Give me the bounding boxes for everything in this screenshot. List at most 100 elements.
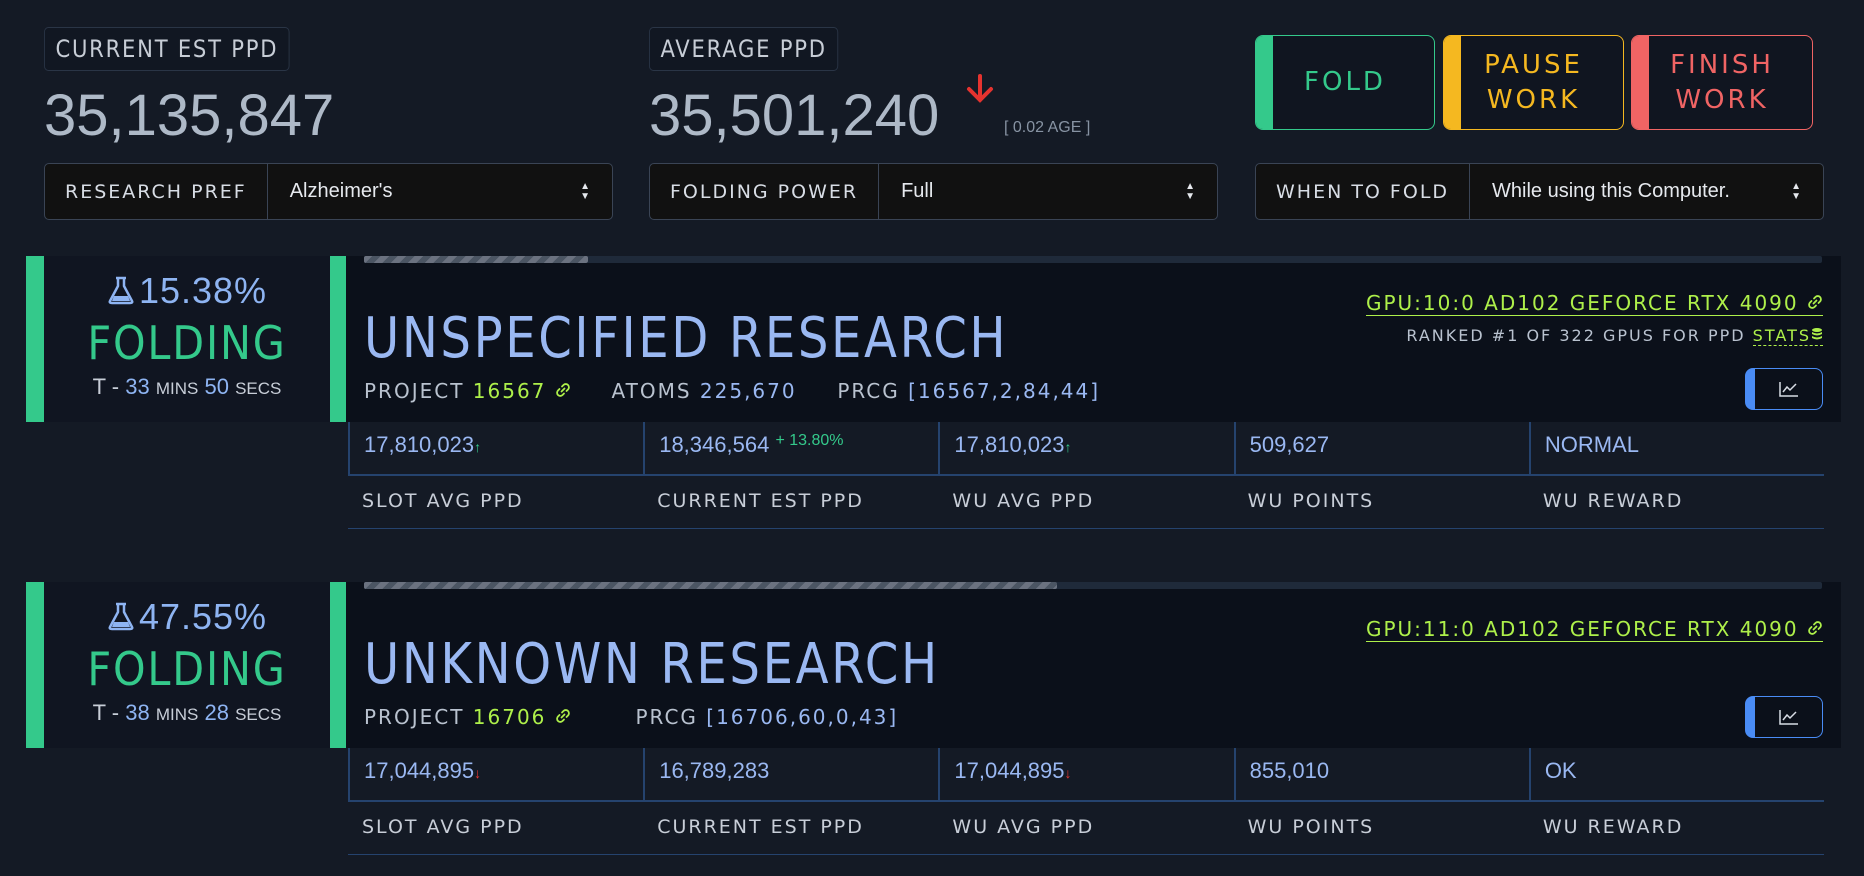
flask-icon xyxy=(107,598,135,640)
slot-avg-ppd-value: 17,044,895↓ xyxy=(348,748,644,802)
slot-avg-ppd-value: 17,810,023↑ xyxy=(348,422,644,476)
eta-mins: 33 xyxy=(125,374,150,400)
slot-percent-value: 15.38% xyxy=(138,270,268,311)
select-arrows-icon: ▲ ▼ xyxy=(580,180,590,202)
wu-avg-ppd-label: WU AVG PPD xyxy=(952,816,1095,838)
slot-avg-ppd-label: SLOT AVG PPD xyxy=(362,816,524,838)
wu-avg-ppd-value: 17,810,023↑ xyxy=(938,422,1234,476)
folding-power-label: FOLDING POWER xyxy=(650,164,880,219)
current-est-ppd-metric-label: CURRENT EST PPD xyxy=(657,490,864,512)
project-link[interactable]: 16706 xyxy=(473,705,571,729)
eta-secs: 28 xyxy=(204,700,229,726)
gpu-link[interactable]: GPU:11:0 AD102 GEFORCE RTX 4090 xyxy=(1365,617,1823,642)
research-pref-select[interactable]: RESEARCH PREF Alzheimer's ▲ ▼ xyxy=(44,163,613,220)
slot-percent: 47.55% xyxy=(44,596,330,640)
eta-mins-label: MINS xyxy=(155,705,199,725)
work-unit-meta: PROJECT 16706 PRCG [16706,60,0,43] xyxy=(364,705,898,729)
pause-line2: WORK xyxy=(1486,84,1581,115)
gpu-name: GPU:10:0 AD102 GEFORCE RTX 4090 xyxy=(1365,291,1799,315)
wu-points-value: 855,010 xyxy=(1233,748,1529,802)
arrow-down-icon: ↓ xyxy=(1064,765,1072,781)
prcg-label: PRCG xyxy=(635,705,698,729)
eta-prefix: T - xyxy=(92,700,120,726)
project-number: 16706 xyxy=(472,705,547,729)
eta-secs: 50 xyxy=(204,374,229,400)
when-to-fold-label: WHEN TO FOLD xyxy=(1256,164,1471,219)
select-arrows-icon: ▲ ▼ xyxy=(1791,180,1801,202)
eta-secs-label: SECS xyxy=(235,705,282,725)
arrow-up-icon: ↑ xyxy=(1064,439,1072,455)
average-age: [ 0.02 AGE ] xyxy=(1004,119,1091,136)
current-est-ppd-metric-label: CURRENT EST PPD xyxy=(657,816,864,838)
finish-work-button[interactable]: FINISH WORK xyxy=(1631,35,1813,130)
project-link[interactable]: 16567 xyxy=(473,379,571,403)
project-label: PROJECT xyxy=(364,705,465,729)
wu-points-label: WU POINTS xyxy=(1247,816,1375,838)
wu-reward-value: NORMAL xyxy=(1528,422,1825,476)
current-est-ppd-label: CURRENT EST PPD xyxy=(44,27,290,71)
gpu-rank: RANKED #1 OF 322 GPUS FOR PPD STATS xyxy=(1406,326,1823,346)
folding-power-select[interactable]: FOLDING POWER Full ▲ ▼ xyxy=(649,163,1218,220)
slot-status-text: FOLDING xyxy=(87,316,287,371)
wu-avg-ppd-value: 17,044,895↓ xyxy=(938,748,1234,802)
current-est-ppd-cell: 16,789,283 xyxy=(643,748,939,802)
slot-eta: T - 38 MINS 28 SECS xyxy=(44,700,330,726)
research-pref-label: RESEARCH PREF xyxy=(45,164,268,219)
prcg-value: [16706,60,0,43] xyxy=(706,705,899,729)
progress-bar xyxy=(364,582,1822,589)
eta-secs-label: SECS xyxy=(235,379,282,399)
atoms-value: 225,670 xyxy=(699,379,797,403)
chart-button[interactable] xyxy=(1745,368,1823,410)
prcg-value: [16567,2,84,44] xyxy=(908,379,1101,403)
slot-percent: 15.38% xyxy=(44,270,330,314)
when-to-fold-value: While using this Computer. xyxy=(1492,180,1730,202)
fold-button[interactable]: FOLD xyxy=(1255,35,1435,130)
pause-work-button[interactable]: PAUSE WORK xyxy=(1443,35,1624,130)
folding-power-value: Full xyxy=(901,180,934,202)
line-chart-icon xyxy=(1778,710,1798,725)
wu-points-value: 509,627 xyxy=(1233,422,1529,476)
slot-status-text: FOLDING xyxy=(87,642,287,697)
wu-avg-ppd-label: WU AVG PPD xyxy=(952,490,1095,512)
stats-label: STATS xyxy=(1752,326,1811,345)
current-est-ppd-stat: CURRENT EST PPD 35,135,847 xyxy=(44,27,334,148)
slot-main-panel: UNSPECIFIED RESEARCH PROJECT 16567 ATOMS… xyxy=(346,256,1841,422)
link-icon xyxy=(555,383,570,397)
progress-bar xyxy=(364,256,1822,263)
work-unit-meta: PROJECT 16567 ATOMS 225,670 PRCG [16567,… xyxy=(364,379,1100,403)
ppd-change: + 13.80% xyxy=(775,432,844,449)
project-number: 16567 xyxy=(472,379,547,403)
average-ppd-stat: AVERAGE PPD 35,501,240 xyxy=(649,27,939,148)
project-label: PROJECT xyxy=(364,379,465,403)
wu-reward-label: WU REWARD xyxy=(1542,816,1684,838)
average-ppd-label: AVERAGE PPD xyxy=(649,27,839,71)
gpu-link[interactable]: GPU:10:0 AD102 GEFORCE RTX 4090 xyxy=(1365,291,1823,316)
research-title: UNKNOWN RESEARCH xyxy=(364,632,940,697)
slot-status-panel: 15.38% FOLDING T - 33 MINS 50 SECS xyxy=(26,256,348,422)
gpu-name: GPU:11:0 AD102 GEFORCE RTX 4090 xyxy=(1365,617,1799,641)
line-chart-icon xyxy=(1778,382,1798,397)
progress-fill xyxy=(364,256,589,263)
link-icon xyxy=(555,709,570,723)
wu-reward-label: WU REWARD xyxy=(1542,490,1684,512)
atoms-label: ATOMS xyxy=(611,379,692,403)
slot-status-panel: 47.55% FOLDING T - 38 MINS 28 SECS xyxy=(26,582,348,748)
chart-button[interactable] xyxy=(1745,696,1823,738)
wu-reward-value: OK xyxy=(1528,748,1825,802)
fold-button-label: FOLD xyxy=(1304,67,1386,97)
slot-metrics: 17,044,895↓ 16,789,283 17,044,895↓ 855,0… xyxy=(348,748,1825,855)
slot-avg-ppd-label: SLOT AVG PPD xyxy=(362,490,524,512)
research-pref-value: Alzheimer's xyxy=(289,180,393,202)
research-title: UNSPECIFIED RESEARCH xyxy=(364,306,1009,371)
finish-line2: WORK xyxy=(1675,84,1769,115)
when-to-fold-select[interactable]: WHEN TO FOLD While using this Computer. … xyxy=(1255,163,1824,220)
slot-percent-value: 47.55% xyxy=(138,596,268,637)
slot-metrics: 17,810,023↑ 18,346,564 + 13.80% 17,810,0… xyxy=(348,422,1825,529)
flask-icon xyxy=(107,272,135,314)
prcg-label: PRCG xyxy=(837,379,900,403)
stats-link[interactable]: STATS xyxy=(1752,326,1823,346)
slot-main-panel: UNKNOWN RESEARCH PROJECT 16706 PRCG [167… xyxy=(346,582,1841,748)
eta-mins: 38 xyxy=(125,700,150,726)
slot-eta: T - 33 MINS 50 SECS xyxy=(44,374,330,400)
current-est-ppd-cell: 18,346,564 + 13.80% xyxy=(643,422,939,476)
